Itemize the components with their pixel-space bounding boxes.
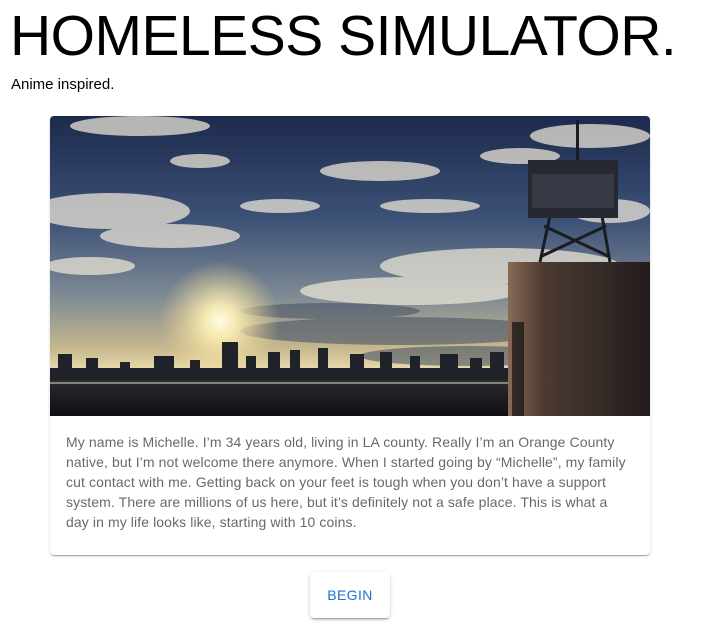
page-subtitle: Anime inspired.: [11, 76, 115, 93]
card-content: My name is Michelle. I’m 34 years old, l…: [50, 416, 650, 532]
skyline-image: [50, 116, 650, 416]
page: HOMELESS SIMULATOR. Anime inspired. My n…: [0, 0, 714, 636]
intro-card: My name is Michelle. I’m 34 years old, l…: [50, 116, 650, 555]
intro-text: My name is Michelle. I’m 34 years old, l…: [66, 434, 626, 530]
page-title: HOMELESS SIMULATOR.: [10, 4, 677, 68]
begin-button[interactable]: BEGIN: [310, 572, 390, 618]
